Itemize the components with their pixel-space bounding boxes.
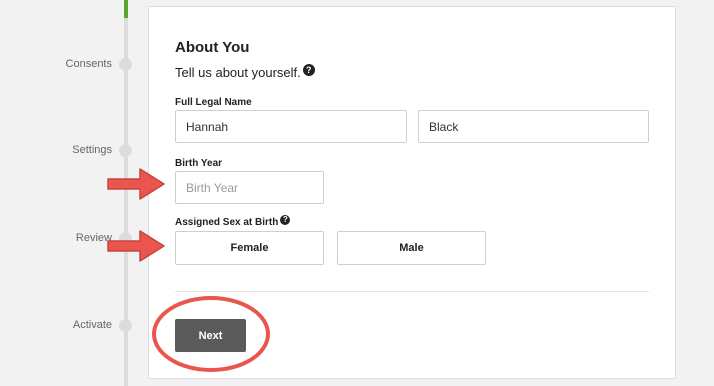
subtitle-text: Tell us about yourself. <box>175 65 301 80</box>
step-settings: Settings <box>0 142 140 158</box>
sex-label-text: Assigned Sex at Birth <box>175 217 279 228</box>
arrow-right-icon <box>107 168 165 200</box>
first-name-input[interactable] <box>175 110 407 143</box>
stepper-track-active <box>124 0 128 18</box>
arrow-right-icon <box>107 230 165 262</box>
divider <box>175 291 649 292</box>
step-label: Consents <box>65 58 112 70</box>
step-activate: Activate <box>0 317 140 333</box>
birth-year-label-text: Birth Year <box>175 158 223 169</box>
birth-year-label: Birth Year <box>175 158 222 169</box>
step-dot <box>119 58 132 71</box>
birth-year-input[interactable] <box>175 171 324 204</box>
subtitle: Tell us about yourself. ? <box>175 63 315 80</box>
step-dot <box>119 144 132 157</box>
step-dot <box>119 319 132 332</box>
full-name-label: Full Legal Name <box>175 97 252 108</box>
full-name-label-text: Full Legal Name <box>175 97 252 108</box>
question-circle-icon[interactable]: ? <box>280 214 291 225</box>
step-consents: Consents <box>0 56 140 72</box>
step-label: Settings <box>72 144 112 156</box>
next-button[interactable]: Next <box>175 319 246 352</box>
sex-female-button[interactable]: Female <box>175 231 324 265</box>
about-you-card: About You Tell us about yourself. ? Full… <box>148 6 676 379</box>
last-name-input[interactable] <box>418 110 649 143</box>
question-circle-icon[interactable]: ? <box>302 63 315 76</box>
sex-label: Assigned Sex at Birth ? <box>175 214 291 228</box>
sex-male-button[interactable]: Male <box>337 231 486 265</box>
step-label: Activate <box>72 319 112 331</box>
page-title: About You <box>175 39 250 56</box>
